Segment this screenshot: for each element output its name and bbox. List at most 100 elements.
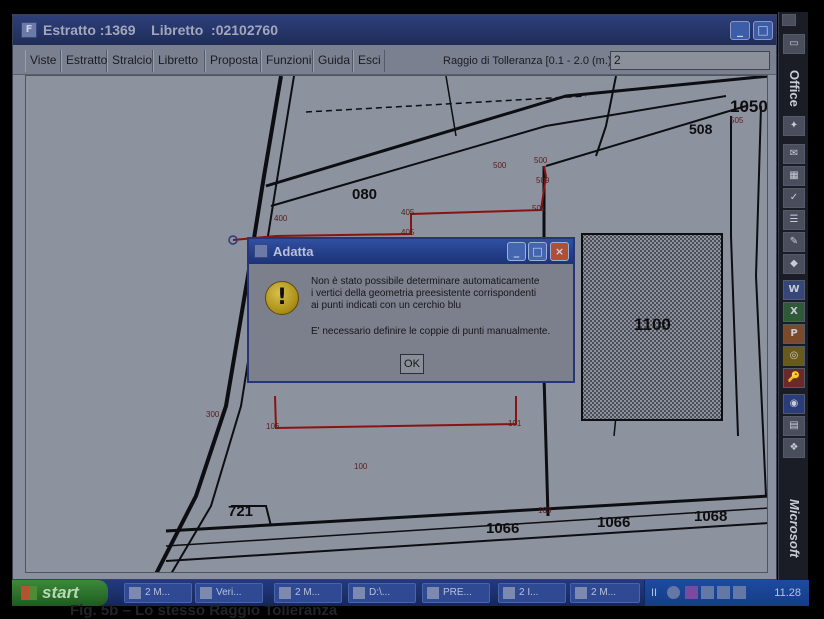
window-titlebar[interactable]: F Estratto :1369 Libretto :02102760 _ □ [13,15,776,45]
dialog-minimize-button[interactable]: _ [507,242,526,261]
folder-icon[interactable]: ▭ [783,34,805,54]
vertex-label: 106 [266,422,280,431]
toolbar: Viste Estratto Stralcio Libretto Propost… [13,45,776,75]
taskbar-item[interactable]: PRE... [422,583,490,603]
app-logo-icon: F [21,22,37,38]
tolerance-input[interactable]: 2 [610,51,770,70]
system-tray: II 11.28 [644,580,809,606]
vertex-label: 405 [401,228,415,237]
vertex-label: 400 [274,214,288,223]
taskbar-item-label: PRE... [443,587,472,598]
contact-icon[interactable]: ☰ [783,210,805,230]
tray-app-icon[interactable] [685,586,698,599]
vertex-label: 300 [206,410,220,419]
task-icon[interactable]: ✓ [783,188,805,208]
window-icon [129,587,141,599]
red-parcel-lower [274,395,517,430]
vertex-label: 501 [532,204,546,213]
parcel-label: 080 [352,186,378,203]
menu-stralcio[interactable]: Stralcio [107,50,153,72]
vertex-label: 405 [401,208,415,217]
window-icon [279,587,291,599]
calendar-icon[interactable]: ▦ [783,166,805,186]
dialog-maximize-button[interactable]: □ [528,242,547,261]
office-shortcut-bar: ▭ Office ✦ ✉ ▦ ✓ ☰ ✎ ◆ W X P ◎ 🔑 ◉ ▤ ❖ M… [778,12,808,580]
mail-icon[interactable]: ✉ [783,144,805,164]
folder-icon [353,587,365,599]
microsoft-label: Microsoft [787,498,802,558]
app-logo-icon [254,244,268,258]
vertex-label: 103 [538,506,552,515]
desktop-screen: F Estratto :1369 Libretto :02102760 _ □ … [0,0,824,618]
vertex-label: 505 [730,116,744,125]
dialog-message-line: Non è stato possibile determinare automa… [311,276,540,287]
menu-libretto[interactable]: Libretto [153,50,205,72]
menu-proposta[interactable]: Proposta [205,50,261,72]
volume-icon[interactable] [717,586,730,599]
outlook-icon[interactable]: ◎ [783,346,805,366]
dialog-title: Adatta [273,244,314,259]
expand-tray-icon[interactable] [667,586,680,599]
taskbar-item-label: Veri... [216,587,242,598]
explorer-icon[interactable]: ◉ [783,394,805,414]
menu-esci[interactable]: Esci [353,50,385,72]
dialog-close-button[interactable]: × [550,242,569,261]
office-logo-icon[interactable]: ❖ [783,438,805,458]
windows-logo-icon [21,586,37,600]
adatta-dialog: Adatta _ □ × ! Non è stato possibile det… [247,237,575,383]
access-icon[interactable]: 🔑 [783,368,805,388]
parcel-label: 1068 [694,508,728,525]
note-icon[interactable]: ◆ [783,254,805,274]
new-office-document-icon[interactable]: ✦ [783,116,805,136]
word-icon[interactable]: W [783,280,805,300]
clock[interactable]: 11.28 [774,585,801,601]
ie-icon [503,587,515,599]
maximize-button[interactable]: □ [753,21,773,40]
taskbar-item[interactable]: 2 M... [124,583,192,603]
vertex-label: 500 [493,161,507,170]
excel-icon[interactable]: X [783,302,805,322]
parcel-label: 508 [689,121,713,137]
taskbar-item-label: 2 M... [295,587,321,598]
office-label: Office [787,69,802,107]
taskbar-item-label: D:\... [369,587,391,598]
tray-text: II [651,587,658,599]
ok-button[interactable]: OK [400,354,424,374]
window-icon [427,587,439,599]
tolerance-label: Raggio di Tolleranza [0.1 - 2.0 (m.)] [443,55,615,67]
parcel-label: 1066 [486,520,520,537]
dialog-message-line: i vertici della geometria preesistente c… [311,288,537,299]
taskbar-item[interactable]: 2 I... [498,583,566,603]
taskbar-item-label: 2 M... [145,587,171,598]
bookshelf-icon[interactable]: ▤ [783,416,805,436]
network-icon[interactable] [701,586,714,599]
taskbar-item[interactable]: 2 M... [274,583,342,603]
dialog-titlebar[interactable]: Adatta _ □ × [249,239,573,264]
parcel-label: 721 [228,503,254,520]
taskbar-item[interactable]: 2 M... [570,583,640,603]
vertex-label: 100 [354,462,368,471]
taskbar-item-label: 2 I... [519,587,539,598]
taskbar-item[interactable]: Veri... [195,583,263,603]
start-label: start [42,583,79,602]
vertex-label: 509 [536,176,550,185]
minimize-button[interactable]: _ [730,21,750,40]
parcel-label: 1100 [634,315,671,334]
menu-viste[interactable]: Viste [25,50,61,72]
menu-funzioni[interactable]: Funzioni [261,50,313,72]
journal-icon[interactable]: ✎ [783,232,805,252]
taskbar-item[interactable]: D:\... [348,583,416,603]
parcel-label: 1050 [730,97,768,116]
menu-guida[interactable]: Guida [313,50,353,72]
dialog-message-line: ai punti indicati con un cerchio blu [311,300,462,311]
warning-icon: ! [265,281,299,315]
parcel-label: 1066 [597,514,631,531]
office-bar-logo-icon[interactable] [782,14,796,26]
word-icon [575,587,587,599]
window-title: Estratto :1369 Libretto :02102760 [43,22,278,38]
menu-estratto[interactable]: Estratto [61,50,107,72]
powerpoint-icon[interactable]: P [783,324,805,344]
dialog-message-line: E' necessario definire le coppie di punt… [311,326,551,337]
security-icon[interactable] [733,586,746,599]
taskbar-item-label: 2 M... [591,587,617,598]
